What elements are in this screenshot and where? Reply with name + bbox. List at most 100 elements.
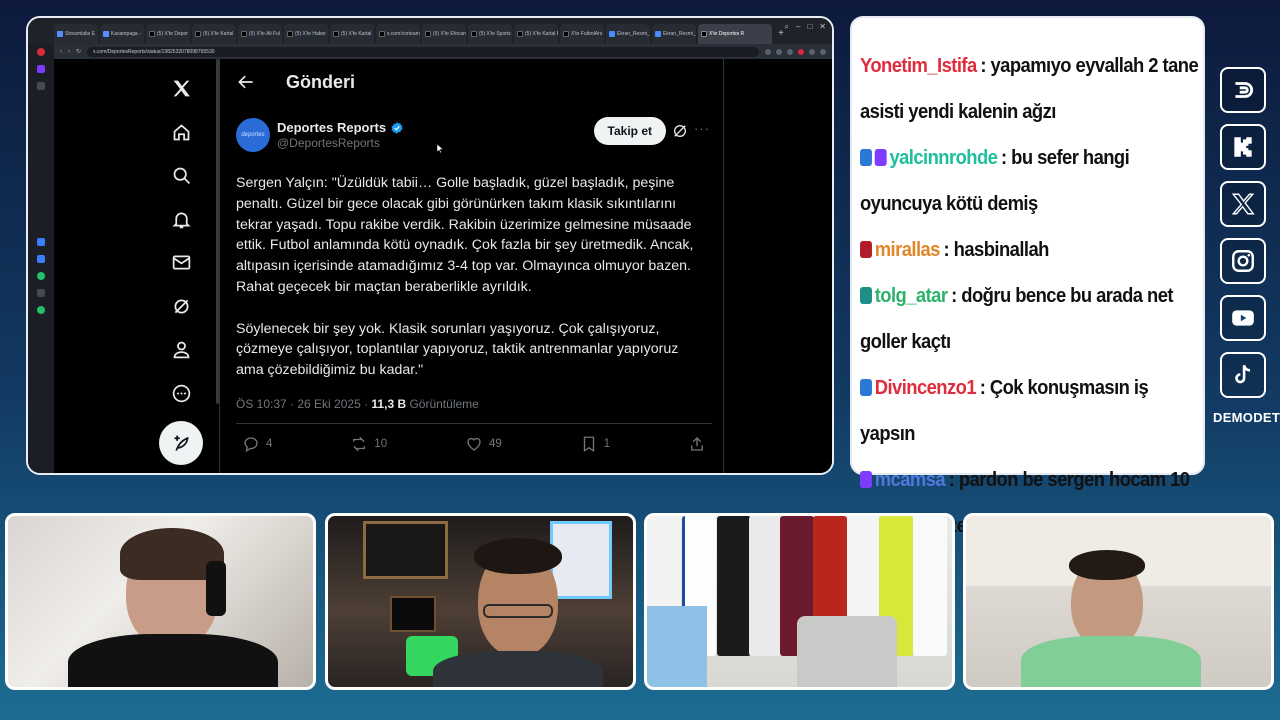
tab-label: X'te Deportes R xyxy=(709,31,745,37)
follow-button[interactable]: Takip et xyxy=(593,117,666,145)
repost-button[interactable]: 10 xyxy=(350,435,387,453)
browser-tab[interactable]: (5) X'te Depor xyxy=(146,24,190,44)
browser-tab[interactable]: (5) X'te Sports D xyxy=(468,24,512,44)
opera-logo-icon[interactable] xyxy=(37,48,45,56)
wall-frame xyxy=(363,521,448,579)
notifications-bell-icon[interactable] xyxy=(159,198,203,242)
social-tiktok-link[interactable] xyxy=(1220,352,1266,398)
home-icon[interactable] xyxy=(159,111,203,155)
tab-favicon-icon xyxy=(333,31,339,37)
tweet-detail: Gönderi deportes Deportes Reports @Depor… xyxy=(236,59,712,464)
browser-tab[interactable]: (5) X'te Efecan xyxy=(422,24,466,44)
minimize-icon[interactable]: – xyxy=(796,22,800,32)
column-divider xyxy=(219,59,220,473)
dark-shirt xyxy=(433,651,603,687)
profile-icon[interactable] xyxy=(159,328,203,372)
browser-tab[interactable]: X'te FutbolArs xyxy=(560,24,604,44)
whatsapp-icon[interactable] xyxy=(37,272,45,280)
black-jersey xyxy=(717,516,751,656)
more-menu-icon[interactable]: ··· xyxy=(694,121,710,136)
browser-tab[interactable]: Kasampaga - xyxy=(100,24,144,44)
browser-tab[interactable]: (5) X'te Kartal xyxy=(330,24,374,44)
tweet-timestamp[interactable]: ÖS 10:37 · 26 Eki 2025 · xyxy=(236,397,371,411)
toolbar-extension-icons xyxy=(765,48,826,55)
social-instagram-link[interactable] xyxy=(1220,238,1266,284)
tab-label: X'te FutbolArs xyxy=(571,31,603,37)
page-title: Gönderi xyxy=(286,71,356,92)
tab-favicon-icon xyxy=(149,31,155,37)
avatar[interactable]: deportes xyxy=(236,118,270,152)
aria-icon[interactable] xyxy=(37,65,45,73)
extension-icon[interactable] xyxy=(798,48,804,55)
x-logo-icon[interactable] xyxy=(159,67,203,111)
black-jersey xyxy=(68,634,278,687)
social-youtube-link[interactable] xyxy=(1220,295,1266,341)
tiktok-logo-icon xyxy=(1235,364,1251,384)
menu-icon[interactable] xyxy=(820,48,826,55)
chat-username[interactable]: Yonetim_Istifa xyxy=(860,55,977,77)
browser-tab[interactable]: Ekran_Resmi_ xyxy=(652,24,696,44)
share-icon xyxy=(691,437,703,451)
browser-tab[interactable]: x.com/corteam xyxy=(376,24,420,44)
close-window-icon[interactable]: ✕ xyxy=(819,22,826,32)
search-icon[interactable] xyxy=(159,154,203,198)
maximize-icon[interactable]: □ xyxy=(807,22,812,32)
chat-panel: Yonetim_Istifa: yapamıyo eyvallah 2 tane… xyxy=(850,16,1205,537)
reply-button[interactable]: 4 xyxy=(242,435,272,453)
address-bar[interactable]: x.com/DeportesReports/status/19825320780… xyxy=(87,46,759,57)
browser-tab[interactable]: Streamlabs E xyxy=(54,24,98,44)
tweet-actions: 4 10 49 1 xyxy=(236,424,712,464)
bookmark-button[interactable]: 1 xyxy=(580,435,610,453)
search-tabs-icon[interactable]: ⌕ xyxy=(785,22,789,32)
tab-favicon-icon xyxy=(287,31,293,37)
browser-tab-active[interactable]: X'te Deportes R xyxy=(698,24,772,44)
compose-post-button[interactable] xyxy=(159,421,203,465)
grok-icon[interactable] xyxy=(159,285,203,329)
author-handle[interactable]: @DeportesReports xyxy=(277,136,404,150)
social-x-link[interactable] xyxy=(1220,181,1266,227)
views-label: Görüntüleme xyxy=(406,396,479,411)
browser-tab[interactable]: (5) X'te Kartal xyxy=(192,24,236,44)
tab-favicon-icon xyxy=(517,31,523,37)
chat-username[interactable]: yalcinnrohde xyxy=(889,147,997,169)
home-rail-icon[interactable] xyxy=(37,82,45,90)
chat-username[interactable]: mirallas xyxy=(875,239,941,261)
tab-label: (5) X'te Haber xyxy=(295,31,326,37)
spotify-icon[interactable] xyxy=(37,306,45,314)
back-nav-icon[interactable]: ‹ xyxy=(60,49,62,55)
reload-icon[interactable]: ↻ xyxy=(76,48,81,55)
app-rail-icon[interactable] xyxy=(37,238,45,246)
display-name-text: Deportes Reports xyxy=(277,120,387,135)
browser-tab[interactable]: (5) X'te Haber xyxy=(284,24,328,44)
like-button[interactable]: 49 xyxy=(465,435,502,453)
messenger-icon[interactable] xyxy=(37,255,45,263)
grok-explain-icon[interactable] xyxy=(672,123,688,139)
tab-label: Ekran_Resmi_ xyxy=(617,31,650,37)
extension-icon[interactable] xyxy=(776,48,782,55)
white-jersey xyxy=(749,516,783,656)
like-count: 49 xyxy=(488,437,502,450)
webcam-feed-3 xyxy=(644,513,955,690)
verified-badge-icon xyxy=(391,121,403,134)
tab-favicon-icon xyxy=(609,31,615,37)
extension-icon[interactable] xyxy=(765,48,771,55)
back-arrow-icon[interactable] xyxy=(236,72,256,92)
share-button[interactable] xyxy=(688,435,706,453)
extension-icon[interactable] xyxy=(809,48,815,55)
x-rail-icon[interactable] xyxy=(37,289,45,297)
chat-username[interactable]: tolg_atar xyxy=(875,285,948,307)
browser-tab[interactable]: Ekran_Resmi_ xyxy=(606,24,650,44)
social-demode-link[interactable] xyxy=(1220,67,1266,113)
social-kick-link[interactable] xyxy=(1220,124,1266,170)
author-display-name[interactable]: Deportes Reports xyxy=(277,120,404,135)
youtube-logo-icon xyxy=(1232,310,1254,326)
forward-nav-icon[interactable]: › xyxy=(68,49,70,55)
extension-icon[interactable] xyxy=(787,48,793,55)
messages-envelope-icon[interactable] xyxy=(159,241,203,285)
chat-username[interactable]: Divincenzo1 xyxy=(875,377,977,399)
tab-label: (5) X'te Ali Ful xyxy=(249,31,280,37)
browser-tab[interactable]: (5) X'te Kartal Re xyxy=(514,24,558,44)
chat-username[interactable]: mcamsa xyxy=(875,469,946,491)
more-options-icon[interactable] xyxy=(159,372,203,416)
browser-tab[interactable]: (5) X'te Ali Ful xyxy=(238,24,282,44)
